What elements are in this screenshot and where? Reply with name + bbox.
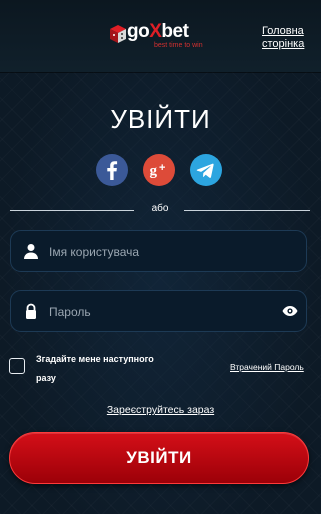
- facebook-login-button[interactable]: [96, 154, 128, 186]
- login-title: УВІЙТИ: [110, 104, 211, 134]
- telegram-login-button[interactable]: [190, 154, 222, 186]
- lock-icon: [26, 303, 36, 319]
- logo-wordmark: goXbet: [127, 21, 189, 42]
- user-icon: [24, 244, 38, 259]
- svg-text:+: +: [159, 162, 165, 174]
- logo-tagline: best time to win: [154, 42, 203, 49]
- divider-right: [184, 210, 310, 211]
- remember-me-label: Згадайте мене наступного разу: [36, 354, 154, 383]
- google-plus-icon: g +: [143, 154, 175, 186]
- remember-me-checkbox[interactable]: [9, 358, 25, 374]
- logo-cube-icon: [110, 25, 126, 43]
- telegram-icon: [190, 154, 222, 186]
- google-plus-login-button[interactable]: g +: [143, 154, 175, 186]
- header: goXbet best time to win Головна сторінка: [0, 0, 321, 72]
- home-page-link[interactable]: Головна сторінка: [262, 25, 318, 51]
- facebook-icon: [96, 154, 128, 186]
- goxbet-logo[interactable]: goXbet best time to win: [110, 22, 210, 50]
- login-submit-button[interactable]: УВІЙТИ: [9, 432, 309, 484]
- lost-password-link[interactable]: Втрачений Пароль: [230, 362, 304, 372]
- divider-left: [10, 210, 134, 211]
- svg-text:g: g: [150, 163, 158, 179]
- password-field[interactable]: [10, 290, 307, 333]
- show-password-eye-icon[interactable]: [282, 304, 298, 318]
- username-field[interactable]: [10, 230, 307, 273]
- username-input[interactable]: [47, 231, 271, 273]
- password-input[interactable]: [47, 291, 271, 333]
- register-now-link[interactable]: Зареєструйтесь зараз: [0, 404, 321, 416]
- or-separator-text: або: [151, 203, 169, 214]
